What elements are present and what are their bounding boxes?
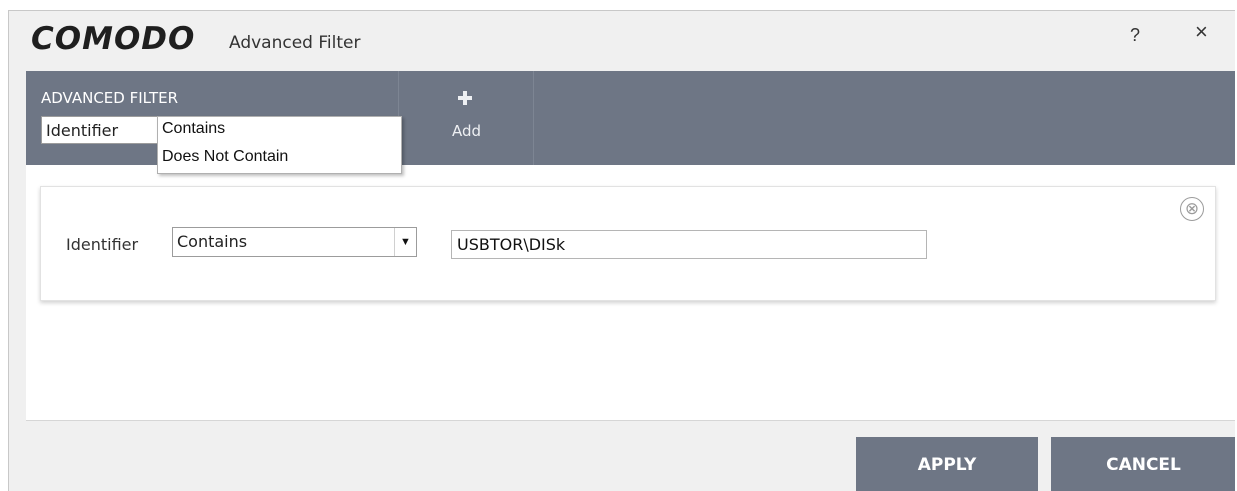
- filter-rule-card: Identifier Contains ▼ ⊗: [40, 186, 1216, 301]
- advanced-filter-dialog: COMODO Advanced Filter ? × ADVANCED FILT…: [8, 10, 1235, 491]
- add-filter-button[interactable]: Add: [400, 71, 534, 165]
- close-button[interactable]: ×: [1195, 21, 1208, 43]
- cancel-button[interactable]: CANCEL: [1051, 437, 1235, 491]
- plus-icon: [458, 91, 472, 105]
- apply-button[interactable]: APPLY: [856, 437, 1038, 491]
- operator-dropdown-list: Contains Does Not Contain: [157, 116, 402, 174]
- filter-type-value: Identifier: [46, 121, 119, 140]
- dropdown-arrow-icon: ▼: [394, 228, 416, 256]
- dialog-footer: APPLY CANCEL: [9, 421, 1235, 491]
- dropdown-option-does-not-contain[interactable]: Does Not Contain: [158, 145, 401, 173]
- rule-field-label: Identifier: [66, 235, 139, 254]
- advanced-filter-heading: ADVANCED FILTER: [41, 89, 179, 107]
- window-title: Advanced Filter: [229, 33, 361, 53]
- comodo-logo: COMODO: [31, 21, 196, 57]
- add-label: Add: [451, 122, 482, 140]
- filter-rules-area: Identifier Contains ▼ ⊗: [26, 165, 1235, 421]
- remove-rule-icon[interactable]: ⊗: [1180, 197, 1204, 221]
- rule-operator-select[interactable]: Contains ▼: [172, 227, 417, 257]
- dropdown-option-contains[interactable]: Contains: [158, 117, 401, 145]
- title-bar: COMODO Advanced Filter ? ×: [9, 11, 1235, 71]
- help-button[interactable]: ?: [1130, 25, 1140, 46]
- rule-value-input[interactable]: [451, 230, 927, 259]
- rule-operator-value: Contains: [177, 232, 248, 251]
